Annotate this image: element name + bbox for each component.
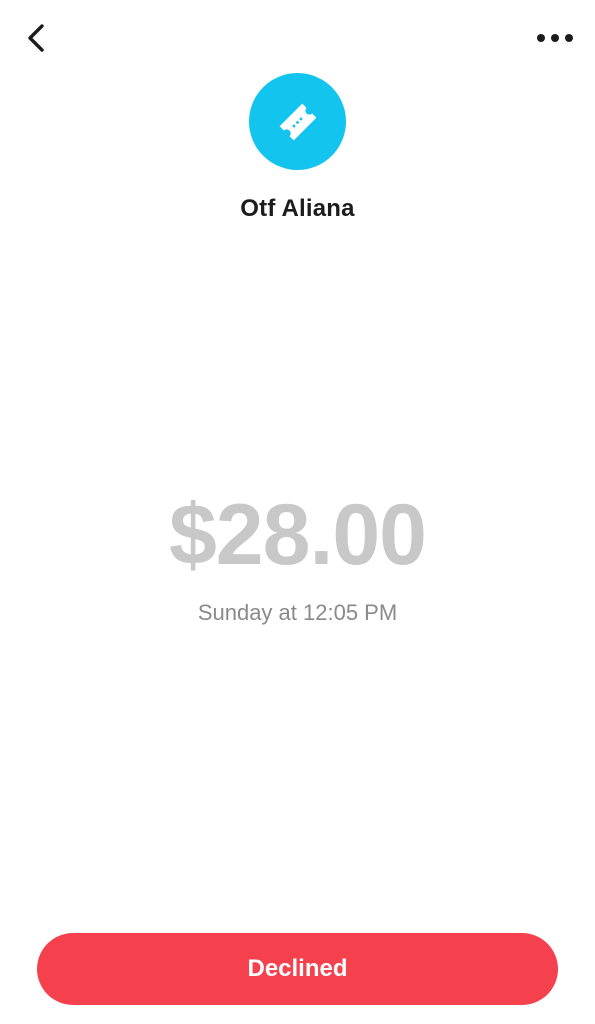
merchant-avatar: [249, 73, 346, 170]
ellipsis-horizontal-icon: [537, 34, 573, 42]
chevron-left-icon: [28, 24, 44, 52]
back-button[interactable]: [14, 16, 58, 60]
declined-status-button[interactable]: Declined: [37, 933, 558, 1005]
merchant-name: Otf Aliana: [240, 195, 355, 222]
transaction-detail-screen: Otf Aliana $28.00 Sunday at 12:05 PM Dec…: [0, 0, 595, 1024]
transaction-timestamp: Sunday at 12:05 PM: [197, 600, 398, 625]
transaction-amount: $28.00: [168, 487, 427, 583]
ticket-icon: [279, 103, 316, 140]
more-options-button[interactable]: [529, 16, 581, 60]
